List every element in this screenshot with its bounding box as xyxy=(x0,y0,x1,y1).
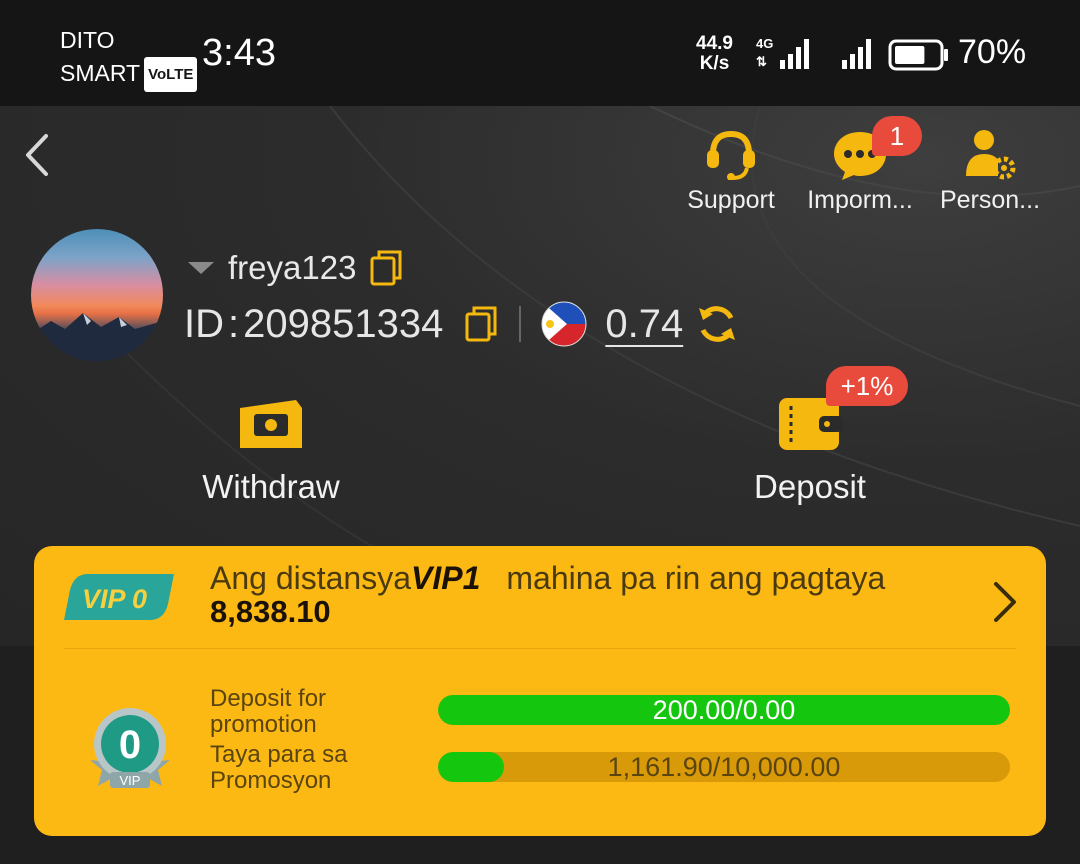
username: freya123 xyxy=(228,249,357,286)
divider xyxy=(64,648,1016,649)
status-bar: DITO SMART VoLTE 3:43 44.9 K/s 4G ⇅ 70% xyxy=(0,0,1080,106)
avatar[interactable] xyxy=(31,229,163,361)
messages-label: Imporm... xyxy=(807,186,913,214)
user-id: 209851334 xyxy=(243,301,444,346)
svg-text:⇅: ⇅ xyxy=(756,54,767,69)
vip-distance-text: Ang distansyaVIP1 mahina pa rin ang pagta… xyxy=(210,560,885,597)
medal-label: VIP xyxy=(120,773,141,788)
vip-distance-suffix: mahina pa rin ang pagtaya xyxy=(506,560,886,596)
balance-amount: 0.74 xyxy=(605,301,684,346)
wager-progress-text: 1,161.90/10,000.00 xyxy=(607,752,841,782)
withdraw-button[interactable]: Withdraw xyxy=(186,392,356,506)
wager-requirement-label: Taya para sa Promosyon xyxy=(210,741,348,794)
avatar-image xyxy=(31,313,163,361)
deposit-progress-bar: 200.00/0.00 xyxy=(438,695,1010,725)
user-settings-icon xyxy=(966,130,1016,180)
personal-button[interactable]: Person... xyxy=(936,126,1044,215)
battery-percent: 70% xyxy=(958,33,1027,71)
wager-progress-bar: 1,161.90/10,000.00 xyxy=(438,752,1010,782)
cell-signal-icon xyxy=(842,39,871,69)
support-button[interactable]: Support xyxy=(676,126,786,215)
vip-level-text: VIP 0 xyxy=(82,584,148,614)
caret-down-icon[interactable] xyxy=(186,258,216,278)
id-label: ID xyxy=(184,301,224,346)
deposit-requirement-label: Deposit for promotion xyxy=(210,685,327,738)
battery-icon xyxy=(888,39,948,71)
id-balance-row: ID : 209851334 0.74 xyxy=(184,300,741,348)
back-arrow-icon[interactable] xyxy=(18,130,58,180)
deposit-label: Deposit xyxy=(754,468,866,505)
mobile-data-signal-icon: 4G ⇅ xyxy=(756,36,809,69)
medal-level-number: 0 xyxy=(119,723,141,767)
vip-progress-card[interactable]: VIP 0 Ang distansyaVIP1 mahina pa rin ang… xyxy=(34,546,1046,836)
vip-next-level: VIP1 xyxy=(411,560,481,596)
withdraw-label: Withdraw xyxy=(202,468,340,505)
deposit-button[interactable]: Deposit xyxy=(740,392,880,506)
username-row: freya123 xyxy=(186,248,404,288)
carrier-line1: DITO xyxy=(60,27,115,53)
personal-label: Person... xyxy=(939,186,1041,214)
withdraw-cash-icon xyxy=(240,400,302,448)
status-clock: 3:43 xyxy=(202,32,276,74)
network-type-label: 4G xyxy=(756,36,773,51)
divider xyxy=(519,306,522,342)
carrier-line2: SMART VoLTE xyxy=(60,57,198,92)
carrier-info: DITO SMART VoLTE xyxy=(60,24,198,92)
support-label: Support xyxy=(687,186,775,214)
deposit-bonus-badge: +1% xyxy=(826,366,908,406)
messages-unread-badge: 1 xyxy=(872,116,922,156)
copy-username-icon[interactable] xyxy=(368,248,404,288)
refresh-balance-icon[interactable] xyxy=(693,300,741,348)
vip-medal-icon: 0 VIP xyxy=(90,708,170,788)
philippines-flag-icon xyxy=(541,301,587,347)
chevron-right-icon[interactable] xyxy=(990,580,1020,624)
vip-distance-prefix: Ang distansya xyxy=(210,560,412,596)
id-separator: : xyxy=(228,301,240,346)
volte-badge: VoLTE xyxy=(144,57,198,92)
deposit-progress-text: 200.00/0.00 xyxy=(652,695,796,725)
copy-id-icon[interactable] xyxy=(463,304,499,344)
network-speed: 44.9 K/s xyxy=(696,33,733,74)
vip-remaining-amount: 8,838.10 xyxy=(210,594,331,629)
headset-icon xyxy=(707,130,755,180)
